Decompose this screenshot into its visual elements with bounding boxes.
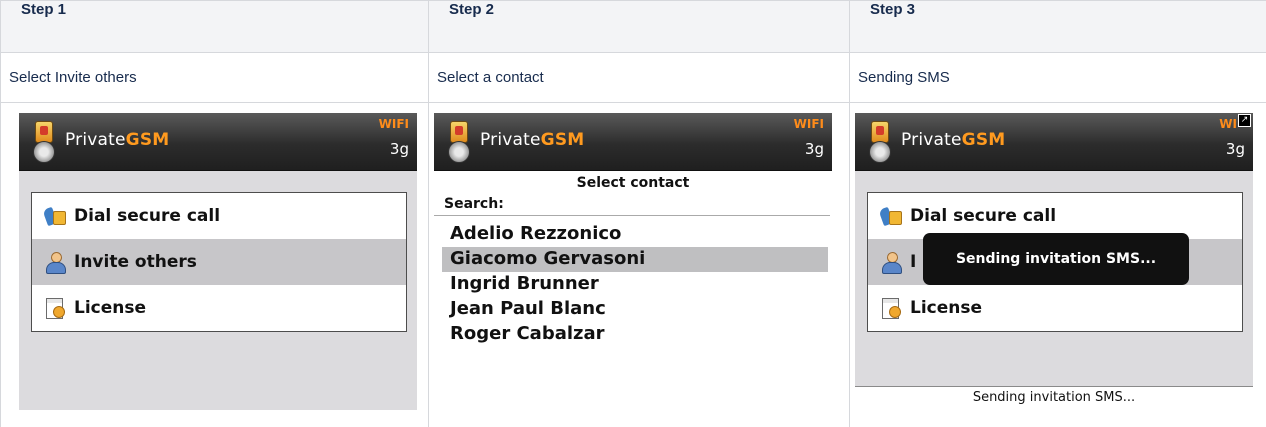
app-title-bar: PrivateGSM WI ↗ 3g bbox=[855, 113, 1253, 171]
status-line: Sending invitation SMS... bbox=[855, 386, 1253, 410]
wifi-indicator: WI bbox=[1219, 117, 1237, 131]
contact-item[interactable]: Ingrid Brunner bbox=[434, 272, 828, 297]
network-indicator: 3g bbox=[389, 140, 409, 158]
contact-item[interactable]: Adelio Rezzonico bbox=[434, 222, 828, 247]
license-icon bbox=[880, 297, 902, 319]
menu-item-label: Dial secure call bbox=[910, 206, 1057, 226]
person-icon bbox=[880, 251, 902, 274]
menu-item-invite-others[interactable]: Invite others bbox=[32, 239, 406, 285]
step-3-screenshot-cell: PrivateGSM WI ↗ 3g Dial secure call I Li… bbox=[849, 102, 1266, 427]
menu-item-label: I bbox=[910, 252, 917, 272]
app-title-bar: PrivateGSM WIFI 3g bbox=[19, 113, 417, 171]
secure-phone-icon bbox=[44, 205, 66, 227]
expand-icon[interactable]: ↗ bbox=[1238, 114, 1251, 127]
secure-phone-icon bbox=[880, 205, 902, 227]
contact-list: Adelio Rezzonico Giacomo Gervasoni Ingri… bbox=[434, 222, 832, 347]
step-3-description: Sending SMS bbox=[849, 52, 1266, 103]
contact-item[interactable]: Jean Paul Blanc bbox=[434, 297, 828, 322]
network-indicator: 3g bbox=[804, 140, 824, 158]
step-1-header: Step 1 bbox=[0, 0, 429, 53]
contact-item-selected[interactable]: Giacomo Gervasoni bbox=[442, 247, 828, 272]
search-label: Search: bbox=[444, 196, 504, 212]
step-3-header: Step 3 bbox=[849, 0, 1266, 53]
step-2-header: Step 2 bbox=[428, 0, 850, 53]
app-lock-icon bbox=[869, 119, 891, 163]
search-field[interactable]: Search: bbox=[434, 191, 830, 216]
step-2-screenshot-cell: PrivateGSM WIFI 3g Select contact Search… bbox=[428, 102, 850, 427]
wifi-indicator: WIFI bbox=[378, 117, 409, 131]
main-menu: Dial secure call Invite others License bbox=[31, 192, 407, 332]
menu-item-label: Invite others bbox=[74, 252, 197, 272]
network-indicator: 3g bbox=[1225, 140, 1245, 158]
menu-item-label: Dial secure call bbox=[74, 206, 221, 226]
sending-toast: Sending invitation SMS... bbox=[923, 233, 1189, 285]
menu-item-label: License bbox=[910, 298, 983, 318]
phone-screen-sending-sms: PrivateGSM WI ↗ 3g Dial secure call I Li… bbox=[855, 113, 1253, 410]
app-title-bar: PrivateGSM WIFI 3g bbox=[434, 113, 832, 171]
menu-item-license[interactable]: License bbox=[32, 285, 406, 331]
step-1-description: Select Invite others bbox=[0, 52, 429, 103]
menu-item-license[interactable]: License bbox=[868, 285, 1242, 331]
steps-table: Step 1 Step 2 Step 3 Select Invite other… bbox=[0, 0, 1266, 427]
menu-item-dial-secure-call[interactable]: Dial secure call bbox=[32, 193, 406, 239]
person-icon bbox=[44, 251, 66, 274]
license-icon bbox=[44, 297, 66, 319]
contact-item[interactable]: Roger Cabalzar bbox=[434, 322, 828, 347]
step-1-screenshot-cell: PrivateGSM WIFI 3g Dial secure call Invi… bbox=[0, 102, 429, 427]
step-2-description: Select a contact bbox=[428, 52, 850, 103]
phone-screen-main-menu: PrivateGSM WIFI 3g Dial secure call Invi… bbox=[19, 113, 417, 410]
wifi-indicator: WIFI bbox=[793, 117, 824, 131]
app-brand: PrivateGSM bbox=[480, 130, 585, 150]
app-lock-icon bbox=[33, 119, 55, 163]
app-brand: PrivateGSM bbox=[901, 130, 1006, 150]
app-brand: PrivateGSM bbox=[65, 130, 170, 150]
app-lock-icon bbox=[448, 119, 470, 163]
screen-title: Select contact bbox=[576, 175, 690, 191]
menu-item-label: License bbox=[74, 298, 147, 318]
phone-screen-select-contact: PrivateGSM WIFI 3g Select contact Search… bbox=[434, 113, 832, 410]
